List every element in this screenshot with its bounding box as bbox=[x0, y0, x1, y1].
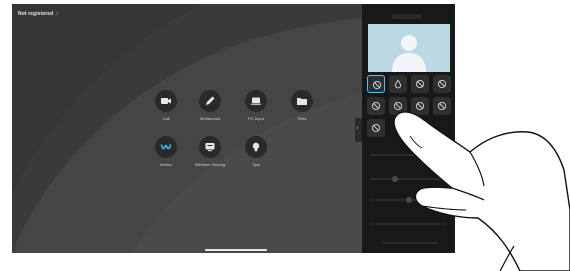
app-label: Wireless Sharing bbox=[194, 162, 226, 167]
pen-icon bbox=[199, 90, 221, 112]
status-label: Not registered bbox=[18, 11, 54, 17]
panel-collapse-tab[interactable]: ‹ bbox=[355, 118, 362, 142]
webex-icon bbox=[155, 136, 177, 158]
app-label: PC Input bbox=[248, 116, 264, 121]
effect-blur[interactable] bbox=[389, 75, 407, 93]
app-label: Webex bbox=[159, 162, 173, 167]
person-silhouette-icon bbox=[368, 24, 450, 72]
laptop-icon bbox=[245, 90, 267, 112]
effect-option[interactable] bbox=[433, 75, 451, 93]
app-label: Whiteboard bbox=[199, 116, 221, 121]
app-tips[interactable]: Tips bbox=[238, 136, 274, 170]
panel-header bbox=[392, 14, 422, 19]
chevron-right-icon: › bbox=[56, 11, 59, 17]
chevron-left-icon: ‹ bbox=[356, 125, 359, 132]
app-webex[interactable]: Webex bbox=[148, 136, 184, 170]
app-label: Call bbox=[162, 116, 170, 121]
effect-none-selected[interactable] bbox=[367, 75, 385, 93]
home-indicator[interactable] bbox=[205, 249, 267, 251]
effect-option[interactable] bbox=[411, 75, 429, 93]
folder-icon bbox=[291, 90, 313, 112]
app-wireless-sharing[interactable]: Wireless Sharing bbox=[192, 136, 228, 170]
app-pc-input[interactable]: PC Input bbox=[238, 90, 274, 124]
registration-status[interactable]: Not registered › bbox=[18, 11, 58, 17]
app-files[interactable]: Files bbox=[284, 90, 320, 124]
share-screen-icon bbox=[199, 136, 221, 158]
hand-gesture-illustration bbox=[393, 111, 570, 271]
app-call[interactable]: Call bbox=[148, 90, 184, 124]
app-label: Files bbox=[297, 116, 307, 121]
camera-icon bbox=[155, 90, 177, 112]
app-label: Tips bbox=[252, 162, 260, 167]
none-icon bbox=[372, 80, 382, 90]
none-icon bbox=[415, 79, 425, 89]
none-icon bbox=[437, 79, 447, 89]
lightbulb-icon bbox=[245, 136, 267, 158]
self-view-preview bbox=[368, 24, 450, 72]
drop-icon bbox=[394, 79, 402, 89]
app-whiteboard[interactable]: Whiteboard bbox=[192, 90, 228, 124]
